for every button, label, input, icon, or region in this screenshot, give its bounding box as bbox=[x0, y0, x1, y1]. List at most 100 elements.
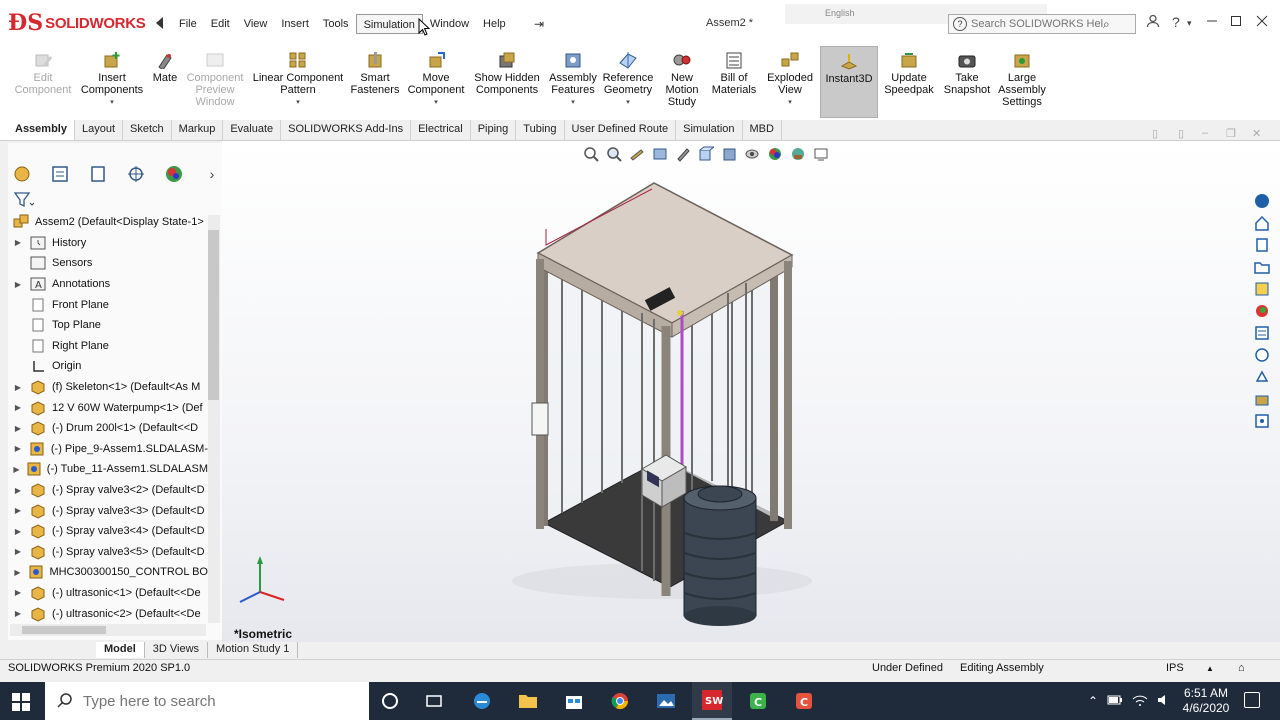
design-library-icon[interactable] bbox=[1253, 236, 1271, 254]
tree-item-component[interactable]: ▶ (-) ultrasonic<2> (Default<<De bbox=[12, 603, 208, 624]
new-motion-study-button[interactable]: New Motion Study bbox=[660, 50, 704, 108]
customize-status-icon[interactable]: ⌂ bbox=[1238, 662, 1245, 674]
expand-chevron-icon[interactable]: ▶ bbox=[12, 424, 24, 433]
menu-simulation[interactable]: Simulation bbox=[355, 14, 423, 34]
tree-item-front-plane[interactable]: Front Plane bbox=[12, 294, 208, 315]
assembly-features-button[interactable]: Assembly Features ▾ bbox=[546, 50, 600, 109]
expand-chevron-icon[interactable]: ▶ bbox=[12, 465, 21, 474]
zoom-to-fit-icon[interactable] bbox=[582, 145, 600, 163]
tree-item-component[interactable]: ▶ (-) Spray valve3<2> (Default<D bbox=[12, 480, 208, 501]
feature-tree-icon[interactable] bbox=[12, 164, 32, 184]
close-icon[interactable] bbox=[1256, 14, 1268, 30]
instant3d-button[interactable]: Instant3D bbox=[820, 46, 878, 118]
home-icon[interactable] bbox=[1253, 214, 1271, 232]
menu-file[interactable]: File bbox=[172, 14, 204, 34]
help-search-box[interactable]: ? ⌕ bbox=[948, 14, 1136, 34]
windows-start-icon[interactable] bbox=[12, 693, 30, 711]
filter-icon[interactable] bbox=[13, 192, 35, 211]
tree-item-right-plane[interactable]: Right Plane bbox=[12, 336, 208, 357]
property-manager-icon[interactable] bbox=[50, 164, 70, 184]
search-icon[interactable]: ⌕ bbox=[1103, 17, 1110, 32]
minimize-icon[interactable] bbox=[1206, 14, 1218, 30]
take-snapshot-button[interactable]: Take Snapshot bbox=[940, 50, 994, 96]
file-explorer-icon[interactable] bbox=[1253, 258, 1271, 276]
large-assembly-settings-button[interactable]: Large Assembly Settings bbox=[998, 50, 1046, 108]
tree-item-origin[interactable]: Origin bbox=[12, 356, 208, 377]
tree-item-component[interactable]: ▶ (-) Spray valve3<4> (Default<D bbox=[12, 521, 208, 542]
3d-content-icon[interactable] bbox=[1253, 368, 1271, 386]
tab-model[interactable]: Model bbox=[96, 642, 145, 658]
previous-view-icon[interactable] bbox=[628, 145, 646, 163]
solidworks-taskbar-icon[interactable]: SW bbox=[692, 682, 732, 720]
linear-component-pattern-button[interactable]: Linear Component Pattern ▾ bbox=[252, 50, 344, 109]
component-preview-window-button[interactable]: Component Preview Window bbox=[184, 50, 246, 108]
mate-button[interactable]: Mate bbox=[150, 50, 180, 84]
tree-item-history[interactable]: ▶ History bbox=[12, 233, 208, 254]
tree-item-subassembly[interactable]: ▶ MHC300300150_CONTROL BO bbox=[12, 562, 208, 583]
tree-item-component[interactable]: ▶ (-) Drum 200l<1> (Default<<D bbox=[12, 418, 208, 439]
camtasia-icon[interactable]: C bbox=[738, 682, 778, 720]
expand-chevron-icon[interactable]: ▶ bbox=[12, 609, 24, 618]
notification-center-icon[interactable] bbox=[1244, 692, 1260, 708]
tree-item-annotations[interactable]: ▶ A Annotations bbox=[12, 274, 208, 295]
reference-geometry-dropdown-icon[interactable]: ▾ bbox=[626, 97, 630, 109]
viewport-restore-icon[interactable]: ❐ bbox=[1226, 127, 1236, 140]
view-settings-icon[interactable] bbox=[812, 145, 830, 163]
tab-mbd[interactable]: MBD bbox=[743, 120, 782, 140]
photos-app-icon[interactable] bbox=[646, 682, 686, 720]
tab-layout[interactable]: Layout bbox=[75, 120, 124, 140]
tree-scrollbar-thumb[interactable] bbox=[208, 230, 219, 400]
dimxpert-manager-icon[interactable] bbox=[126, 164, 146, 184]
display-manager-icon[interactable] bbox=[164, 164, 184, 184]
viewport-split-icon[interactable]: ▯ bbox=[1178, 127, 1184, 140]
tree-item-component[interactable]: ▶ (-) Spray valve3<3> (Default<D bbox=[12, 500, 208, 521]
expand-chevron-icon[interactable]: ▶ bbox=[12, 568, 23, 577]
tab-solidworks-add-ins[interactable]: SOLIDWORKS Add-Ins bbox=[281, 120, 412, 140]
menu-help[interactable]: Help bbox=[476, 14, 513, 34]
tab-user-defined-route[interactable]: User Defined Route bbox=[565, 120, 677, 140]
edit-appearance-icon[interactable] bbox=[766, 145, 784, 163]
assembly-model[interactable] bbox=[222, 141, 1280, 642]
move-component-dropdown-icon[interactable]: ▾ bbox=[434, 97, 438, 109]
linear-pattern-dropdown-icon[interactable]: ▾ bbox=[296, 97, 300, 109]
volume-icon[interactable] bbox=[1157, 694, 1171, 709]
pin-menu-icon[interactable]: ⇥ bbox=[534, 17, 544, 31]
section-view-icon[interactable] bbox=[651, 145, 669, 163]
user-icon[interactable] bbox=[1146, 14, 1160, 31]
taskbar-clock[interactable]: 6:51 AM 4/6/2020 bbox=[1170, 686, 1242, 716]
viewport-minimize-icon[interactable]: – bbox=[1202, 127, 1208, 139]
dynamic-annotation-icon[interactable] bbox=[674, 145, 692, 163]
maximize-icon[interactable] bbox=[1230, 14, 1242, 30]
graphics-area[interactable] bbox=[222, 141, 1280, 642]
solidworks-forum-icon[interactable] bbox=[1253, 346, 1271, 364]
tab-tubing[interactable]: Tubing bbox=[516, 120, 565, 140]
update-speedpak-button[interactable]: Update Speedpak bbox=[882, 50, 936, 96]
menu-window[interactable]: Window bbox=[423, 14, 476, 34]
tab-motion-study-1[interactable]: Motion Study 1 bbox=[208, 642, 299, 658]
help-icon[interactable]: ? bbox=[1172, 14, 1180, 30]
appearances-icon[interactable] bbox=[1253, 302, 1271, 320]
tray-overflow-icon[interactable]: ⌃ bbox=[1088, 694, 1098, 708]
solidworks-logo[interactable]: ƉS SOLIDWORKS bbox=[8, 8, 150, 38]
menu-edit[interactable]: Edit bbox=[204, 14, 237, 34]
expand-chevron-icon[interactable]: ▶ bbox=[12, 383, 24, 392]
task-view-icon[interactable] bbox=[414, 682, 454, 720]
help-dropdown-icon[interactable]: ▾ bbox=[1187, 18, 1192, 29]
taskbar-search-box[interactable] bbox=[45, 682, 369, 720]
bill-of-materials-button[interactable]: Bill of Materials bbox=[708, 50, 760, 96]
tab-evaluate[interactable]: Evaluate bbox=[223, 120, 282, 140]
expand-chevron-icon[interactable]: ▶ bbox=[12, 527, 24, 536]
solidworks-resources-icon[interactable] bbox=[1253, 192, 1271, 210]
tab-electrical[interactable]: Electrical bbox=[411, 120, 471, 140]
zoom-to-area-icon[interactable] bbox=[605, 145, 623, 163]
cortana-icon[interactable] bbox=[370, 682, 410, 720]
toolbox-icon[interactable] bbox=[1253, 390, 1271, 408]
view-orientation-icon[interactable] bbox=[697, 145, 715, 163]
tab-sketch[interactable]: Sketch bbox=[123, 120, 172, 140]
insert-components-button[interactable]: Insert Components ▾ bbox=[78, 50, 146, 109]
tree-item-component[interactable]: ▶ (-) Spray valve3<5> (Default<D bbox=[12, 542, 208, 563]
status-units[interactable]: IPS bbox=[1166, 662, 1184, 674]
exploded-view-button[interactable]: Exploded View ▾ bbox=[764, 50, 816, 109]
tree-item-component[interactable]: ▶ (f) Skeleton<1> (Default<As M bbox=[12, 377, 208, 398]
hide-show-items-icon[interactable] bbox=[743, 145, 761, 163]
